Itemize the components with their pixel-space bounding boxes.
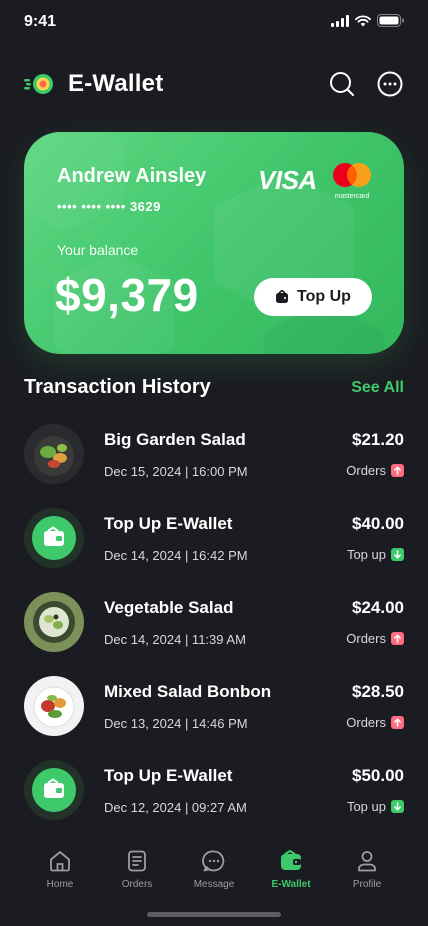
- transaction-row[interactable]: Mixed Salad Bonbon Dec 13, 2024 | 14:46 …: [24, 676, 404, 760]
- profile-icon: [358, 851, 376, 872]
- transaction-name: Big Garden Salad: [104, 430, 246, 449]
- transaction-name: Top Up E-Wallet: [104, 766, 233, 785]
- transaction-name: Mixed Salad Bonbon: [104, 682, 272, 701]
- mastercard-icon: [333, 163, 371, 187]
- home-indicator: [147, 912, 281, 917]
- transaction-type: Orders: [346, 463, 386, 478]
- card-number: •••• •••• •••• 3629: [57, 199, 161, 214]
- transaction-date: Dec 14, 2024 | 16:42 PM: [104, 548, 248, 563]
- section-title: Transaction History: [24, 376, 211, 398]
- wallet-icon: [281, 850, 301, 870]
- balance-label: Your balance: [57, 242, 139, 258]
- transaction-type: Orders: [346, 715, 386, 730]
- search-button[interactable]: [328, 70, 356, 98]
- nav-label: E-Wallet: [271, 879, 311, 890]
- nav-label: Message: [193, 879, 235, 890]
- top-up-button[interactable]: Top Up: [254, 278, 372, 316]
- salad-image: [24, 592, 84, 652]
- transaction-row[interactable]: Big Garden Salad Dec 15, 2024 | 16:00 PM…: [24, 424, 404, 508]
- nav-profile[interactable]: Profile: [332, 848, 402, 890]
- battery-icon: [377, 14, 404, 27]
- logo-icon: [24, 74, 53, 94]
- more-button[interactable]: [376, 70, 404, 98]
- nav-message[interactable]: Message: [179, 848, 249, 890]
- top-up-label: Top Up: [297, 288, 351, 305]
- see-all-link[interactable]: See All: [351, 379, 404, 397]
- transaction-date: Dec 12, 2024 | 09:27 AM: [104, 800, 247, 815]
- transaction-type: Orders: [346, 631, 386, 646]
- transaction-list: Big Garden Salad Dec 15, 2024 | 16:00 PM…: [24, 424, 404, 844]
- wifi-icon: [355, 14, 371, 26]
- transaction-name: Vegetable Salad: [104, 598, 234, 617]
- arrow-up-icon: [391, 632, 404, 645]
- transaction-row[interactable]: Vegetable Salad Dec 14, 2024 | 11:39 AM …: [24, 592, 404, 676]
- status-icons: [331, 14, 404, 27]
- transaction-type: Top up: [346, 547, 386, 562]
- transaction-type: Top up: [346, 799, 386, 814]
- transaction-amount: $21.20: [352, 430, 404, 449]
- transaction-history-header: Transaction History See All: [24, 376, 404, 399]
- transaction-thumbnail: [24, 424, 84, 484]
- document-icon: [128, 850, 146, 872]
- transaction-row[interactable]: Top Up E-Wallet Dec 12, 2024 | 09:27 AM …: [24, 760, 404, 844]
- transaction-thumbnail: [24, 676, 84, 736]
- wallet-icon: [276, 290, 289, 303]
- app-header: E-Wallet: [24, 64, 404, 104]
- transaction-amount: $50.00: [352, 766, 404, 785]
- more-icon: [377, 71, 403, 97]
- nav-orders[interactable]: Orders: [102, 848, 172, 890]
- wallet-card: Andrew Ainsley •••• •••• •••• 3629 VISA …: [24, 132, 404, 354]
- mastercard-logo: mastercard: [330, 162, 374, 200]
- search-icon: [330, 72, 354, 96]
- salad-image: [24, 676, 84, 736]
- visa-logo: VISA: [258, 165, 317, 195]
- salad-image: [24, 424, 84, 484]
- chat-icon: [202, 850, 225, 872]
- page-title: E-Wallet: [68, 70, 164, 97]
- transaction-amount: $28.50: [352, 682, 404, 701]
- arrow-down-icon: [391, 548, 404, 561]
- transaction-thumbnail: [24, 592, 84, 652]
- transaction-thumbnail: [24, 760, 84, 820]
- status-bar: 9:41: [0, 0, 428, 44]
- status-time: 9:41: [24, 13, 57, 30]
- wallet-icon: [24, 760, 84, 820]
- nav-label: Home: [46, 879, 74, 890]
- nav-label: Profile: [352, 879, 382, 890]
- card-holder-name: Andrew Ainsley: [57, 165, 207, 187]
- home-icon: [50, 851, 70, 872]
- transaction-thumbnail: [24, 508, 84, 568]
- nav-e-wallet[interactable]: E-Wallet: [256, 848, 326, 890]
- arrow-down-icon: [391, 800, 404, 813]
- nav-label: Orders: [121, 879, 153, 890]
- transaction-name: Top Up E-Wallet: [104, 514, 233, 533]
- transaction-amount: $24.00: [352, 598, 404, 617]
- transaction-amount: $40.00: [352, 514, 404, 533]
- transaction-date: Dec 13, 2024 | 14:46 PM: [104, 716, 248, 731]
- signal-icon: [331, 14, 349, 27]
- arrow-up-icon: [391, 716, 404, 729]
- arrow-up-icon: [391, 464, 404, 477]
- nav-home[interactable]: Home: [25, 848, 95, 890]
- balance-value: $9,379: [55, 269, 199, 321]
- transaction-date: Dec 15, 2024 | 16:00 PM: [104, 464, 248, 479]
- mastercard-text: mastercard: [334, 193, 370, 200]
- transaction-row[interactable]: Top Up E-Wallet Dec 14, 2024 | 16:42 PM …: [24, 508, 404, 592]
- wallet-icon: [24, 508, 84, 568]
- transaction-date: Dec 14, 2024 | 11:39 AM: [104, 632, 246, 647]
- header-actions: [328, 70, 404, 98]
